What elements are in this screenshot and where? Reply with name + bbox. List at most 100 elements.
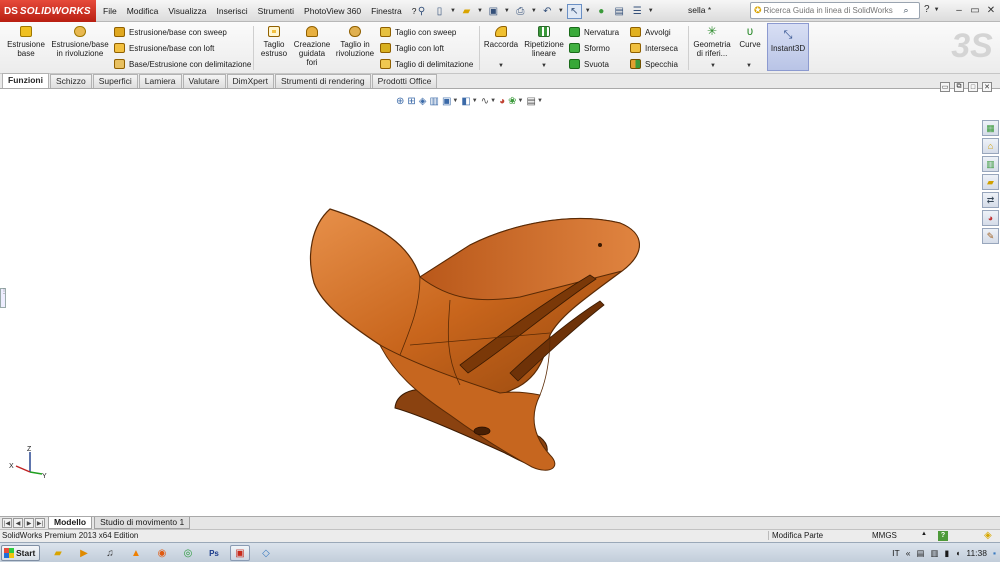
feature-manager-handle[interactable]: ⋮ (0, 288, 7, 308)
estrusione-loft-button[interactable]: Estrusione/base con loft (114, 41, 214, 55)
geometria-dropdown-icon[interactable]: ▼ (710, 63, 716, 69)
rebuild-status-icon[interactable]: ◈ (984, 530, 992, 541)
tab-studio-movimento[interactable]: Studio di movimento 1 (94, 517, 191, 529)
headphones-taskbar-icon[interactable]: ♫ (100, 545, 120, 561)
new-dropdown-icon[interactable]: ▼ (450, 8, 456, 14)
select-dropdown-icon[interactable]: ▼ (585, 8, 591, 14)
taglio-sweep-button[interactable]: Taglio con sweep (380, 25, 456, 39)
help-search-input[interactable] (763, 6, 904, 15)
menu-strumenti[interactable]: Strumenti (253, 6, 299, 16)
help-dropdown-icon[interactable]: ▼ (934, 4, 940, 16)
menu-modifica[interactable]: Modifica (122, 6, 164, 16)
tab-funzioni[interactable]: Funzioni (2, 73, 49, 88)
file-properties-icon[interactable]: ▤ (612, 4, 627, 19)
display-style-icon[interactable]: ◧ (461, 96, 470, 107)
view-orientation-dropdown-icon[interactable]: ▼ (452, 98, 458, 104)
base-delimitazione-button[interactable]: Base/Estrusione con delimitazione (114, 57, 251, 71)
clock-text[interactable]: 11:38 (966, 548, 987, 558)
raccorda-dropdown-icon[interactable]: ▼ (498, 63, 504, 69)
curve-dropdown-icon[interactable]: ▼ (746, 63, 752, 69)
taglio-rivoluzione-button[interactable]: Taglio in rivoluzione (334, 24, 376, 58)
prev-tab-icon[interactable]: ◀ (13, 518, 23, 528)
show-hidden-icons-icon[interactable]: « (906, 548, 911, 558)
appearances-icon[interactable]: ◕ (982, 210, 999, 226)
paint-taskbar-icon[interactable]: ◇ (256, 545, 276, 561)
start-button[interactable]: Start (1, 545, 40, 561)
saddle-part-model[interactable] (300, 205, 660, 495)
save-dropdown-icon[interactable]: ▼ (504, 8, 510, 14)
restore-icon[interactable]: ▭ (968, 3, 982, 17)
viewport-maximize-icon[interactable]: □ (968, 82, 978, 92)
vlc-taskbar-icon[interactable]: ▲ (126, 545, 146, 561)
previous-view-icon[interactable]: ◈ (419, 96, 427, 107)
creazione-fori-button[interactable]: Creazione guidata fori (292, 24, 332, 67)
close-icon[interactable]: ✕ (984, 3, 998, 17)
avvolgi-button[interactable]: Avvolgi (630, 25, 671, 39)
raccorda-button[interactable]: Raccorda (482, 24, 520, 49)
tray-app-icon[interactable]: ▤ (916, 548, 924, 559)
open-folder-icon[interactable]: ▰ (459, 4, 474, 19)
custom-properties-icon[interactable]: ✎ (982, 228, 999, 244)
search-results-icon[interactable]: ⇄ (982, 192, 999, 208)
units-dropdown-icon[interactable]: ▲ (921, 531, 927, 537)
menu-file[interactable]: File (98, 6, 122, 16)
signal-icon[interactable]: ▮ (945, 548, 950, 559)
chrome-taskbar-icon[interactable]: ◎ (178, 545, 198, 561)
viewport-close-icon[interactable]: ✕ (982, 82, 992, 92)
display-style-dropdown-icon[interactable]: ▼ (472, 98, 478, 104)
specchia-button[interactable]: Specchia (630, 57, 678, 71)
photoshop-taskbar-icon[interactable]: Ps (204, 545, 224, 561)
menu-inserisci[interactable]: Inserisci (211, 6, 252, 16)
save-icon[interactable]: ▣ (486, 4, 501, 19)
show-desktop-icon[interactable]: ▪ (993, 548, 996, 558)
firefox-taskbar-icon[interactable]: ◉ (152, 545, 172, 561)
view-palette-icon[interactable]: ▰ (982, 174, 999, 190)
estrusione-sweep-button[interactable]: Estrusione/base con sweep (114, 25, 227, 39)
apply-scene-icon[interactable]: ❀ (508, 96, 516, 107)
rebuild-traffic-light-icon[interactable]: ● (594, 4, 609, 19)
taglio-estruso-button[interactable]: Taglio estruso (258, 24, 290, 58)
pin-icon[interactable]: ⚲ (414, 4, 429, 19)
ripetizione-lineare-button[interactable]: Ripetizione lineare (522, 24, 566, 58)
file-explorer-taskbar-icon[interactable]: ▰ (48, 545, 68, 561)
tab-superfici[interactable]: Superfici (92, 74, 138, 88)
ripetizione-dropdown-icon[interactable]: ▼ (541, 63, 547, 69)
help-icon[interactable]: ? (924, 4, 930, 16)
open-dropdown-icon[interactable]: ▼ (477, 8, 483, 14)
undo-icon[interactable]: ↶ (540, 4, 555, 19)
print-dropdown-icon[interactable]: ▼ (531, 8, 537, 14)
curve-button[interactable]: ʋ Curve (736, 24, 764, 50)
view-settings-icon[interactable]: ▤ (526, 96, 535, 107)
menu-photoview[interactable]: PhotoView 360 (299, 6, 366, 16)
menu-finestra[interactable]: Finestra (366, 6, 407, 16)
view-settings-dropdown-icon[interactable]: ▼ (537, 98, 543, 104)
first-tab-icon[interactable]: |◀ (2, 518, 12, 528)
undo-dropdown-icon[interactable]: ▼ (558, 8, 564, 14)
next-tab-icon[interactable]: ▶ (24, 518, 34, 528)
estrusione-base-button[interactable]: Estrusione base (5, 24, 47, 58)
file-explorer-icon[interactable]: ▥ (982, 156, 999, 172)
edit-appearance-icon[interactable]: ◕ (499, 96, 505, 107)
tab-lamiera[interactable]: Lamiera (138, 74, 182, 88)
options-icon[interactable]: ☰ (630, 4, 645, 19)
solidworks-logo[interactable]: DS SOLIDWORKS (0, 0, 96, 22)
taglio-delimitazione-button[interactable]: Taglio di delimitazione (380, 57, 473, 71)
search-icon[interactable]: ⌕ (904, 5, 909, 16)
graphics-area[interactable]: ⊕ ⊞ ◈ ▥ ▣ ▼ ◧ ▼ ∿ ▼ ◕ ❀ ▼ ▤ ▼ ▭ ⧉ □ ✕ ▦ ⌂ ▥ ▰… (0, 82, 1000, 516)
nervatura-button[interactable]: Nervatura (569, 25, 619, 39)
new-document-icon[interactable]: ▯ (432, 4, 447, 19)
options-dropdown-icon[interactable]: ▼ (648, 8, 654, 14)
select-cursor-icon[interactable]: ↖ (566, 3, 582, 19)
tab-modello[interactable]: Modello (48, 517, 93, 529)
solidworks-taskbar-icon[interactable]: ▣ (230, 545, 250, 561)
zoom-to-fit-icon[interactable]: ⊕ (396, 96, 404, 107)
apply-scene-dropdown-icon[interactable]: ▼ (518, 98, 524, 104)
section-view-icon[interactable]: ▥ (429, 96, 438, 107)
tab-prodotti-office[interactable]: Prodotti Office (371, 74, 438, 88)
interseca-button[interactable]: Interseca (630, 41, 678, 55)
estrusione-rivoluzione-button[interactable]: Estrusione/base in rivoluzione (49, 24, 111, 58)
hide-show-items-icon[interactable]: ∿ (481, 96, 489, 107)
last-tab-icon[interactable]: ▶| (35, 518, 45, 528)
tab-strumenti-rendering[interactable]: Strumenti di rendering (274, 74, 371, 88)
design-library-icon[interactable]: ⌂ (982, 138, 999, 154)
